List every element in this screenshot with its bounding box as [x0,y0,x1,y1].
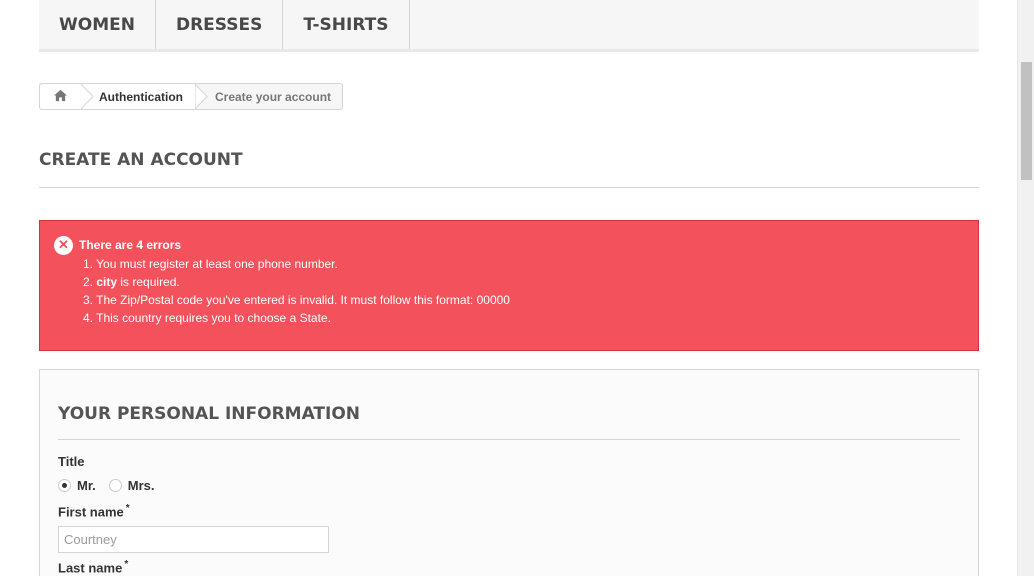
scrollbar-thumb[interactable] [1021,62,1032,180]
section-title: YOUR PERSONAL INFORMATION [58,404,960,440]
page-heading: CREATE AN ACCOUNT [39,150,979,188]
radio-mr[interactable]: Mr. [58,478,96,493]
radio-mrs[interactable]: Mrs. [108,478,155,493]
menu-item-tshirts[interactable]: T-SHIRTS [283,0,410,49]
error-item: 1. You must register at least one phone … [83,257,338,271]
breadcrumb-separator [195,84,211,109]
error-item: 4. This country requires you to choose a… [83,311,331,325]
first-name-input[interactable] [58,526,329,554]
top-menu: WOMEN DRESSES T-SHIRTS [39,0,979,52]
page-scrollbar[interactable] [1017,0,1034,576]
home-icon [53,89,68,105]
personal-info-form: YOUR PERSONAL INFORMATION Title Mr. Mrs.… [39,369,979,576]
menu-item-dresses[interactable]: DRESSES [156,0,284,49]
radio-checked-icon[interactable] [58,479,71,492]
close-circle-icon: ✕ [54,235,73,255]
breadcrumb-current: Create your account [215,89,332,104]
title-radio-group: Mr. Mrs. [58,478,960,493]
radio-unchecked-icon[interactable] [108,479,122,492]
breadcrumb: Authentication Create your account [39,83,344,110]
last-name-label: Last name * [58,559,129,576]
title-label: Title [58,454,85,469]
error-item: 3. The Zip/Postal code you've entered is… [83,293,510,307]
first-name-label: First name * [58,503,130,520]
menu-item-women[interactable]: WOMEN [39,0,156,49]
error-item: 2. city is required. [83,275,180,289]
error-list: 1. You must register at least one phone … [54,255,978,327]
breadcrumb-home[interactable] [40,84,81,109]
alert-title: There are 4 errors [79,238,182,252]
breadcrumb-authentication[interactable]: Authentication [97,84,195,109]
error-alert: ✕ There are 4 errors 1. You must registe… [39,220,979,351]
breadcrumb-separator [81,84,97,109]
